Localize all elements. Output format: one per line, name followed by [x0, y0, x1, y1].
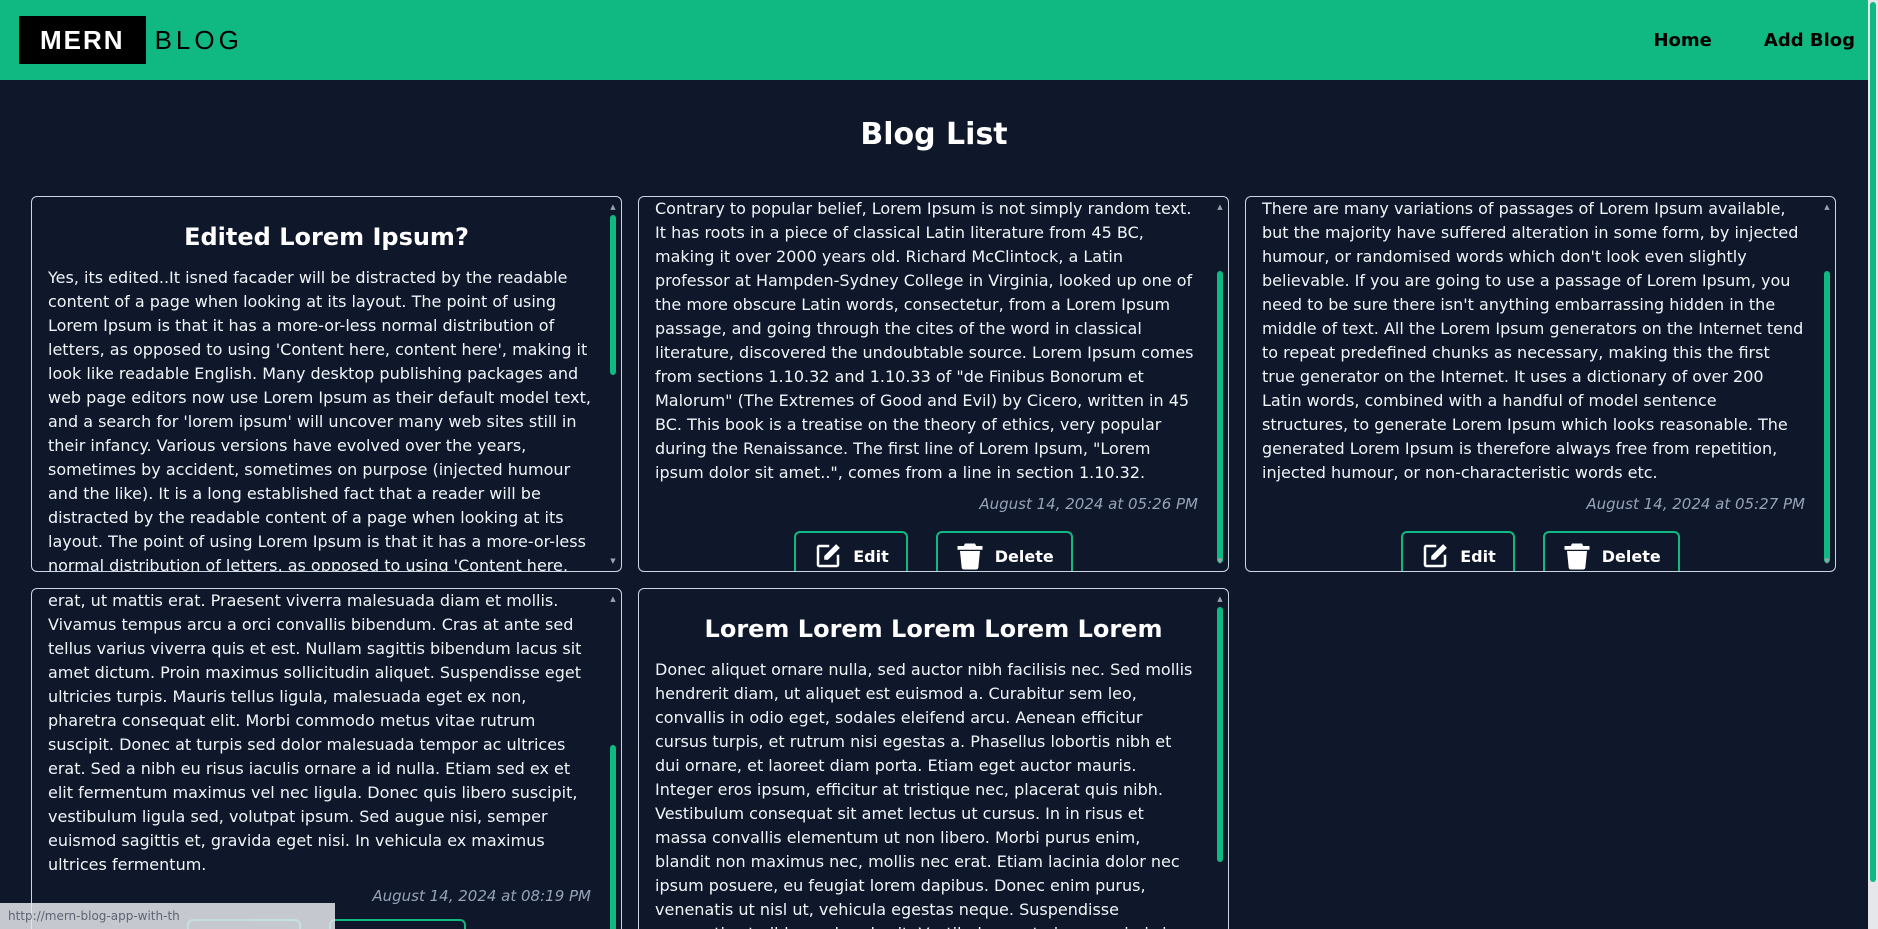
blog-card: Contrary to popular belief, Lorem Ipsum … — [638, 196, 1229, 572]
nav-add-blog-link[interactable]: Add Blog — [1764, 30, 1855, 51]
card-title: Edited Lorem Ipsum? — [184, 223, 469, 251]
edit-button[interactable]: Edit — [794, 531, 908, 571]
site-logo[interactable]: MERN BLOG — [19, 16, 243, 64]
card-content: erat, ut mattis erat. Praesent viverra m… — [32, 589, 621, 929]
delete-label: Delete — [994, 546, 1054, 566]
card-content: There are many variations of passages of… — [1246, 197, 1835, 571]
scroll-down-icon[interactable]: ▼ — [1216, 557, 1224, 565]
card-scrollbar[interactable]: ▲ ▼ — [609, 203, 617, 565]
card-scrollbar-thumb[interactable] — [1824, 271, 1830, 563]
edit-icon — [817, 544, 841, 568]
card-scrollbar-thumb[interactable] — [1217, 271, 1223, 563]
card-content: Lorem Lorem Lorem Lorem Lorem Donec aliq… — [639, 615, 1228, 929]
scroll-up-icon[interactable]: ▲ — [609, 595, 617, 603]
logo-main: MERN — [19, 16, 146, 64]
card-scrollbar-thumb[interactable] — [610, 215, 616, 375]
card-body: Donec aliquet ornare nulla, sed auctor n… — [655, 660, 1193, 929]
navbar: MERN BLOG Home Add Blog — [0, 0, 1868, 80]
card-scrollbar[interactable]: ▲ — [1216, 595, 1224, 929]
blog-card: Lorem Lorem Lorem Lorem Lorem Donec aliq… — [638, 588, 1229, 929]
edit-label: Edit — [853, 546, 889, 566]
card-date: August 14, 2024 at 05:27 PM — [1586, 495, 1805, 513]
card-actions: Edit Delete — [1246, 531, 1835, 571]
delete-label: Delete — [1601, 546, 1661, 566]
page-scrollbar-thumb[interactable] — [1870, 2, 1876, 882]
card-content: Contrary to popular belief, Lorem Ipsum … — [639, 197, 1228, 571]
trash-icon — [1564, 543, 1590, 570]
card-body: Contrary to popular belief, Lorem Ipsum … — [655, 199, 1194, 482]
logo-sub: BLOG — [154, 24, 243, 55]
card-actions: Edit Delete — [639, 531, 1228, 571]
delete-button[interactable]: Delete — [328, 919, 466, 929]
page-scrollbar[interactable] — [1868, 0, 1878, 929]
card-body: erat, ut mattis erat. Praesent viverra m… — [48, 591, 582, 874]
nav-home-link[interactable]: Home — [1653, 30, 1711, 51]
scroll-down-icon[interactable]: ▼ — [609, 557, 617, 565]
card-scrollbar[interactable]: ▲ — [609, 595, 617, 929]
edit-label: Edit — [1460, 546, 1496, 566]
page-title: Blog List — [860, 117, 1008, 152]
status-bar-url: http://mern-blog-app-with-th — [0, 903, 335, 929]
card-scrollbar[interactable]: ▲ ▼ — [1823, 203, 1831, 565]
scroll-down-icon[interactable]: ▼ — [1823, 557, 1831, 565]
card-content: Edited Lorem Ipsum? Yes, its edited..It … — [32, 223, 621, 572]
edit-icon — [1424, 544, 1448, 568]
scroll-up-icon[interactable]: ▲ — [1216, 595, 1224, 603]
card-body: There are many variations of passages of… — [1262, 199, 1804, 482]
scroll-up-icon[interactable]: ▲ — [1823, 203, 1831, 211]
blog-card: Edited Lorem Ipsum? Yes, its edited..It … — [31, 196, 622, 572]
delete-button[interactable]: Delete — [935, 531, 1073, 571]
card-scrollbar-thumb[interactable] — [1217, 607, 1223, 862]
card-date: August 14, 2024 at 05:26 PM — [979, 495, 1198, 513]
trash-icon — [957, 543, 983, 570]
card-title: Lorem Lorem Lorem Lorem Lorem — [704, 615, 1163, 643]
delete-button[interactable]: Delete — [1542, 531, 1680, 571]
scroll-up-icon[interactable]: ▲ — [609, 203, 617, 211]
edit-button[interactable]: Edit — [1401, 531, 1515, 571]
card-scrollbar-thumb[interactable] — [610, 745, 616, 929]
card-body: Yes, its edited..It isned facader will b… — [48, 268, 591, 572]
nav-links: Home Add Blog — [1601, 30, 1855, 51]
card-scrollbar[interactable]: ▲ ▼ — [1216, 203, 1224, 565]
scroll-up-icon[interactable]: ▲ — [1216, 203, 1224, 211]
blog-card: There are many variations of passages of… — [1245, 196, 1836, 572]
blog-card: erat, ut mattis erat. Praesent viverra m… — [31, 588, 622, 929]
